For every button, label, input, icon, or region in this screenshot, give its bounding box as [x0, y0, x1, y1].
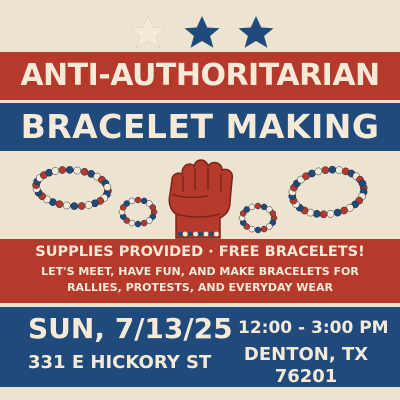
- bead: [254, 202, 262, 210]
- description-line-2: RALLIES, PROTESTS, AND EVERYDAY WEAR: [67, 281, 333, 294]
- stars-row: [129, 15, 274, 49]
- star-icon: [129, 15, 167, 49]
- bead: [260, 225, 268, 233]
- bead: [203, 231, 209, 237]
- bead: [149, 204, 157, 211]
- bead: [328, 165, 337, 174]
- bead: [254, 226, 262, 234]
- bead-bracelet-icon: [288, 165, 368, 219]
- bead: [308, 169, 316, 178]
- bead: [80, 167, 89, 176]
- event-address: 331 E HICKORY ST: [28, 352, 212, 373]
- bead: [55, 200, 64, 209]
- bead: [248, 203, 256, 211]
- illustration: [32, 159, 368, 239]
- bead: [333, 208, 342, 217]
- bead: [358, 179, 367, 188]
- bead: [65, 166, 74, 174]
- bead: [269, 210, 277, 217]
- bead: [77, 202, 86, 210]
- bead: [208, 231, 214, 237]
- description-line-1: LET'S MEET, HAVE FUN, AND MAKE BRACELETS…: [41, 265, 359, 278]
- bead: [214, 231, 219, 237]
- title-line-2: BRACELET MAKING: [20, 107, 380, 146]
- star-icon: [184, 16, 220, 48]
- bead-bracelet-icon: [238, 202, 278, 234]
- bead: [134, 220, 142, 228]
- bead: [134, 196, 142, 204]
- bead: [58, 166, 67, 174]
- bead: [319, 210, 328, 219]
- bead: [314, 167, 323, 176]
- bead: [182, 231, 188, 237]
- event-poster: ANTI-AUTHORITARIAN BRACELET MAKING SUPPL…: [0, 0, 400, 400]
- bead-bracelet-icon: [32, 166, 112, 210]
- bead: [198, 231, 204, 237]
- bead: [312, 209, 321, 218]
- bead: [84, 201, 93, 209]
- bead: [340, 206, 348, 215]
- event-time: 12:00 - 3:00 PM: [238, 318, 389, 338]
- raised-fist-icon: [168, 159, 234, 239]
- bead: [188, 231, 193, 237]
- bead: [51, 167, 60, 175]
- event-city-state: DENTON, TX: [243, 344, 369, 365]
- bead: [128, 197, 136, 205]
- bead: [73, 166, 82, 175]
- bead: [326, 209, 335, 218]
- event-date: SUN, 7/13/25: [28, 312, 233, 345]
- supplies-headline: SUPPLIES PROVIDED · FREE BRACELETS!: [35, 244, 365, 260]
- bead: [177, 231, 183, 237]
- title-line-1: ANTI-AUTHORITARIAN: [20, 58, 380, 93]
- event-city: DENTON, TX 76201: [236, 344, 376, 388]
- bead: [140, 219, 148, 227]
- event-zip: 76201: [274, 366, 338, 387]
- bead-bracelet-icon: [118, 196, 158, 228]
- bead: [335, 166, 344, 175]
- bead: [62, 201, 71, 210]
- bead: [103, 183, 112, 191]
- bead: [193, 231, 199, 237]
- star-icon: [238, 16, 274, 48]
- bead: [70, 202, 79, 210]
- bead: [321, 166, 330, 175]
